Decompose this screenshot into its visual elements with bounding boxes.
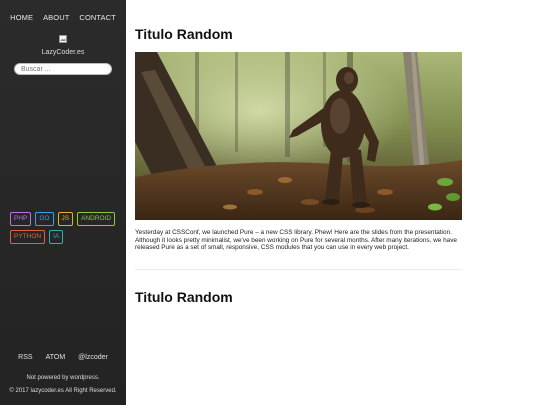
rss-link[interactable]: RSS — [18, 354, 32, 361]
tag-android[interactable]: ANDROID — [77, 212, 116, 226]
tag-python[interactable]: PYTHON — [10, 230, 46, 244]
tag-go[interactable]: GO — [35, 212, 54, 226]
sidebar: HOME ABOUT CONTACT LazyCoder.es PHP GO J… — [0, 0, 126, 405]
post-title[interactable]: Titulo Random — [135, 26, 233, 42]
nav-home-link[interactable]: HOME — [10, 13, 33, 22]
post-title[interactable]: Titulo Random — [135, 289, 233, 305]
post-hero-image — [135, 52, 462, 220]
footer-nav: RSS ATOM @lzcoder — [0, 354, 126, 361]
tag-cloud: PHP GO JS ANDROID PYTHON IA — [10, 212, 120, 244]
top-nav: HOME ABOUT CONTACT — [0, 13, 126, 22]
nav-about-link[interactable]: ABOUT — [43, 13, 69, 22]
twitter-link[interactable]: @lzcoder — [78, 354, 108, 361]
tag-js[interactable]: JS — [57, 212, 74, 226]
post-divider — [135, 269, 462, 270]
broken-image-icon — [59, 35, 67, 43]
tag-ia[interactable]: IA — [49, 230, 64, 244]
tag-php[interactable]: PHP — [10, 212, 32, 226]
powered-by-text: Not powered by wordpress. — [26, 375, 100, 381]
nav-contact-link[interactable]: CONTACT — [79, 13, 115, 22]
search-input[interactable] — [14, 63, 112, 75]
atom-link[interactable]: ATOM — [46, 354, 66, 361]
site-name: LazyCoder.es — [41, 49, 85, 56]
copyright-text: © 2017 lazycoder.es All Right Reserved. — [9, 388, 117, 394]
post-excerpt: Yesterday at CSSConf, we launched Pure –… — [135, 229, 457, 252]
